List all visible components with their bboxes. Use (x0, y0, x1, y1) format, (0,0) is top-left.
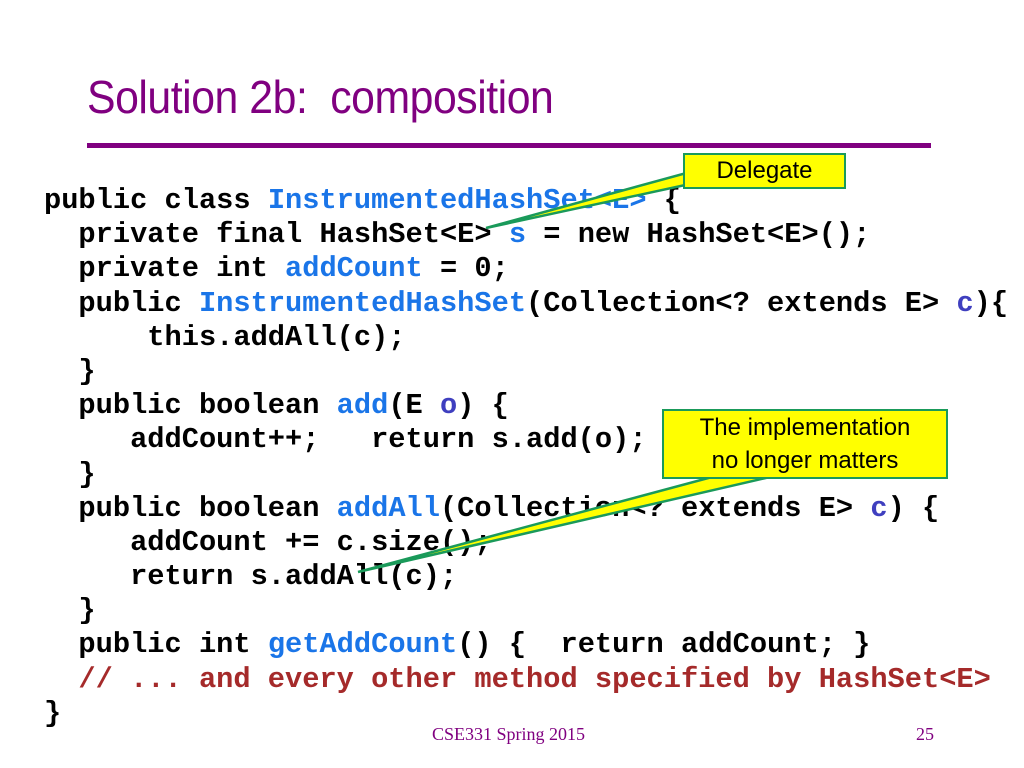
delegate-callout-text: Delegate (716, 157, 813, 184)
implementation-callout: The implementation no longer matters (662, 409, 948, 479)
delegate-callout-pointer (485, 170, 692, 230)
delegate-callout: Delegate (683, 153, 846, 189)
implementation-callout-line2: no longer matters (711, 447, 899, 474)
implementation-callout-line1: The implementation (699, 414, 911, 441)
callout-pointers (357, 170, 771, 574)
implementation-callout-pointer (357, 475, 771, 574)
